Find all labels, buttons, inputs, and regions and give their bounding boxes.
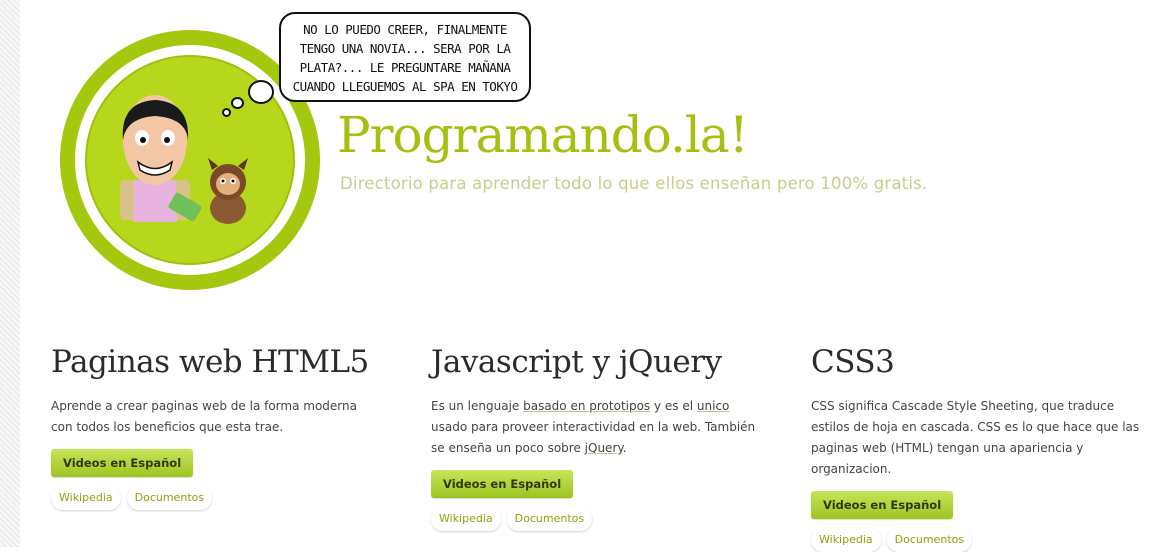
section-links: Wikipedia Documentos (811, 528, 1156, 552)
documentos-link[interactable]: Documentos (506, 507, 593, 531)
description-text: y es el (650, 399, 697, 413)
description-text: . (622, 441, 627, 455)
jquery-link[interactable]: jQuery (585, 441, 623, 455)
bubble-trail-dot (231, 97, 244, 109)
documentos-link[interactable]: Documentos (886, 528, 973, 552)
wikipedia-link[interactable]: Wikipedia (431, 507, 501, 531)
section-javascript: Javascript y jQuery Es un lenguaje basad… (431, 340, 761, 531)
section-html5: Paginas web HTML5 Aprende a crear pagina… (51, 340, 381, 510)
section-links: Wikipedia Documentos (431, 507, 761, 531)
videos-button[interactable]: Videos en Español (431, 470, 574, 498)
videos-button[interactable]: Videos en Español (51, 449, 194, 477)
site-title: Programando.la! (337, 106, 749, 164)
section-links: Wikipedia Documentos (51, 486, 381, 510)
site-subtitle: Directorio para aprender todo lo que ell… (340, 174, 928, 193)
section-description: Es un lenguaje basado en prototipos y es… (431, 396, 761, 459)
section-description: CSS significa Cascade Style Sheeting, qu… (811, 399, 1140, 476)
wikipedia-link[interactable]: Wikipedia (811, 528, 881, 552)
page-edge-pattern (0, 0, 20, 547)
section-title: Javascript y jQuery (431, 344, 722, 380)
wikipedia-link[interactable]: Wikipedia (51, 486, 121, 510)
videos-button[interactable]: Videos en Español (811, 491, 954, 519)
section-css3: CSS3 CSS significa Cascade Style Sheetin… (811, 340, 1156, 552)
description-text: Es un lenguaje (431, 399, 524, 413)
documentos-link[interactable]: Documentos (126, 486, 213, 510)
section-title: Paginas web HTML5 (51, 344, 369, 380)
unico-link[interactable]: unico (697, 399, 729, 413)
speech-bubble: No lo puedo creer, finalmente tengo una … (279, 12, 531, 102)
section-description: Aprende a crear paginas web de la forma … (51, 399, 357, 434)
bubble-trail-dot (248, 80, 274, 104)
bubble-trail-dot (222, 108, 231, 117)
section-title: CSS3 (811, 344, 895, 380)
prototype-link[interactable]: basado en prototipos (523, 399, 650, 413)
